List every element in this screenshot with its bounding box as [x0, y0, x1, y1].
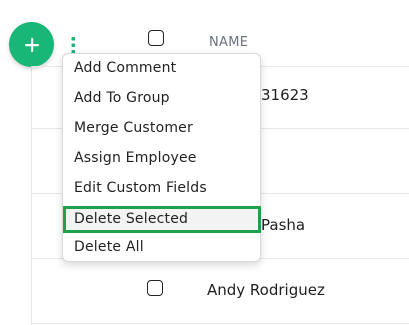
column-header-name[interactable]: NAME	[209, 35, 248, 50]
menu-item-add-comment[interactable]: Add Comment	[74, 60, 176, 76]
table-cell-name[interactable]: Andy Rodriguez	[207, 281, 325, 299]
table-cell-name[interactable]: 31623	[261, 86, 309, 104]
menu-item-assign-employee[interactable]: Assign Employee	[74, 150, 197, 166]
menu-item-add-to-group[interactable]: Add To Group	[74, 90, 170, 106]
table-cell-name[interactable]: Pasha	[261, 216, 305, 234]
menu-item-edit-custom-fields[interactable]: Edit Custom Fields	[74, 180, 207, 196]
menu-item-delete-all[interactable]: Delete All	[74, 239, 144, 255]
row-divider	[31, 323, 409, 324]
plus-icon	[24, 37, 39, 52]
select-all-checkbox[interactable]	[148, 30, 164, 46]
table-left-border	[31, 66, 32, 325]
menu-item-delete-selected[interactable]: Delete Selected	[63, 206, 261, 233]
actions-menu: Add Comment Add To Group Merge Customer …	[62, 53, 261, 262]
add-button[interactable]	[9, 22, 54, 67]
menu-item-merge-customer[interactable]: Merge Customer	[74, 120, 193, 136]
row-checkbox[interactable]	[147, 280, 163, 296]
more-actions-icon[interactable]	[71, 35, 76, 55]
menu-item-label: Delete Selected	[74, 211, 189, 227]
